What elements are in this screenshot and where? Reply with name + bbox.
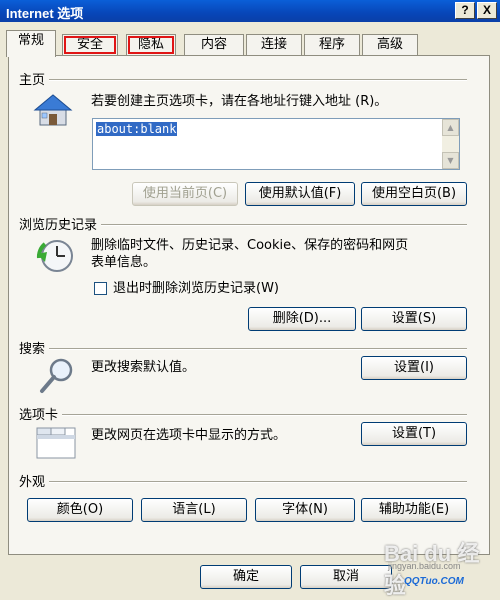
- ok-button[interactable]: 确定: [200, 565, 292, 589]
- tab-content[interactable]: 内容: [184, 34, 244, 56]
- house-icon: [33, 94, 73, 126]
- search-description: 更改搜索默认值。: [91, 360, 196, 375]
- tabs-section-title: 选项卡: [19, 404, 63, 423]
- home-separator: [19, 79, 467, 81]
- delete-on-exit-checkbox[interactable]: [94, 282, 107, 295]
- delete-history-button[interactable]: 删除(D)...: [248, 307, 356, 331]
- languages-button[interactable]: 语言(L): [141, 498, 247, 522]
- scroll-down-arrow-icon[interactable]: ▼: [442, 152, 459, 169]
- scroll-up-arrow-icon[interactable]: ▲: [442, 119, 459, 136]
- watermark-url: jingyan.baidu.com: [388, 561, 461, 571]
- history-settings-button[interactable]: 设置(S): [361, 307, 467, 331]
- tabs-icon: [36, 427, 76, 459]
- close-button[interactable]: X: [477, 2, 497, 19]
- search-separator: [19, 348, 467, 350]
- appearance-separator: [19, 481, 467, 483]
- tab-privacy[interactable]: 隐私: [126, 34, 176, 56]
- magnifier-icon: [40, 358, 73, 393]
- help-button[interactable]: ?: [455, 2, 475, 19]
- tab-security[interactable]: 安全: [62, 34, 118, 56]
- window-title: Internet 选项: [6, 6, 84, 21]
- url-scrollbar[interactable]: ▲ ▼: [442, 119, 459, 169]
- tab-advanced[interactable]: 高级: [362, 34, 418, 56]
- home-description: 若要创建主页选项卡，请在各地址行键入地址 (R)。: [91, 94, 388, 109]
- general-tab-panel: 主页 若要创建主页选项卡，请在各地址行键入地址 (R)。 about:blank…: [8, 55, 490, 555]
- home-section-title: 主页: [19, 69, 50, 88]
- use-blank-button[interactable]: 使用空白页(B): [361, 182, 467, 206]
- qqtuo-watermark: QQTuo.COM: [404, 576, 464, 587]
- delete-on-exit-label[interactable]: 退出时删除浏览历史记录(W): [113, 280, 279, 297]
- tab-connections[interactable]: 连接: [246, 34, 302, 56]
- history-section-title: 浏览历史记录: [19, 214, 102, 233]
- accessibility-button[interactable]: 辅助功能(E): [361, 498, 467, 522]
- tabs-separator: [19, 414, 467, 416]
- home-page-url-input[interactable]: about:blank ▲ ▼: [92, 118, 460, 170]
- use-default-button[interactable]: 使用默认值(F): [245, 182, 355, 206]
- home-page-url-value: about:blank: [96, 122, 178, 136]
- tab-programs[interactable]: 程序: [304, 34, 360, 56]
- clock-history-icon: [36, 240, 73, 272]
- cancel-button[interactable]: 取消: [300, 565, 392, 589]
- tabs-settings-button[interactable]: 设置(T): [361, 422, 467, 446]
- search-settings-button[interactable]: 设置(I): [361, 356, 467, 380]
- appearance-section-title: 外观: [19, 471, 50, 490]
- tab-general[interactable]: 常规: [6, 30, 56, 57]
- history-description-line2: 表单信息。: [91, 255, 157, 270]
- search-section-title: 搜索: [19, 338, 50, 357]
- colors-button[interactable]: 颜色(O): [27, 498, 133, 522]
- title-bar[interactable]: Internet 选项 ? X: [0, 0, 500, 22]
- fonts-button[interactable]: 字体(N): [255, 498, 355, 522]
- use-current-button[interactable]: 使用当前页(C): [132, 182, 238, 206]
- history-description-line1: 删除临时文件、历史记录、Cookie、保存的密码和网页: [91, 238, 409, 253]
- tabs-description: 更改网页在选项卡中显示的方式。: [91, 428, 287, 443]
